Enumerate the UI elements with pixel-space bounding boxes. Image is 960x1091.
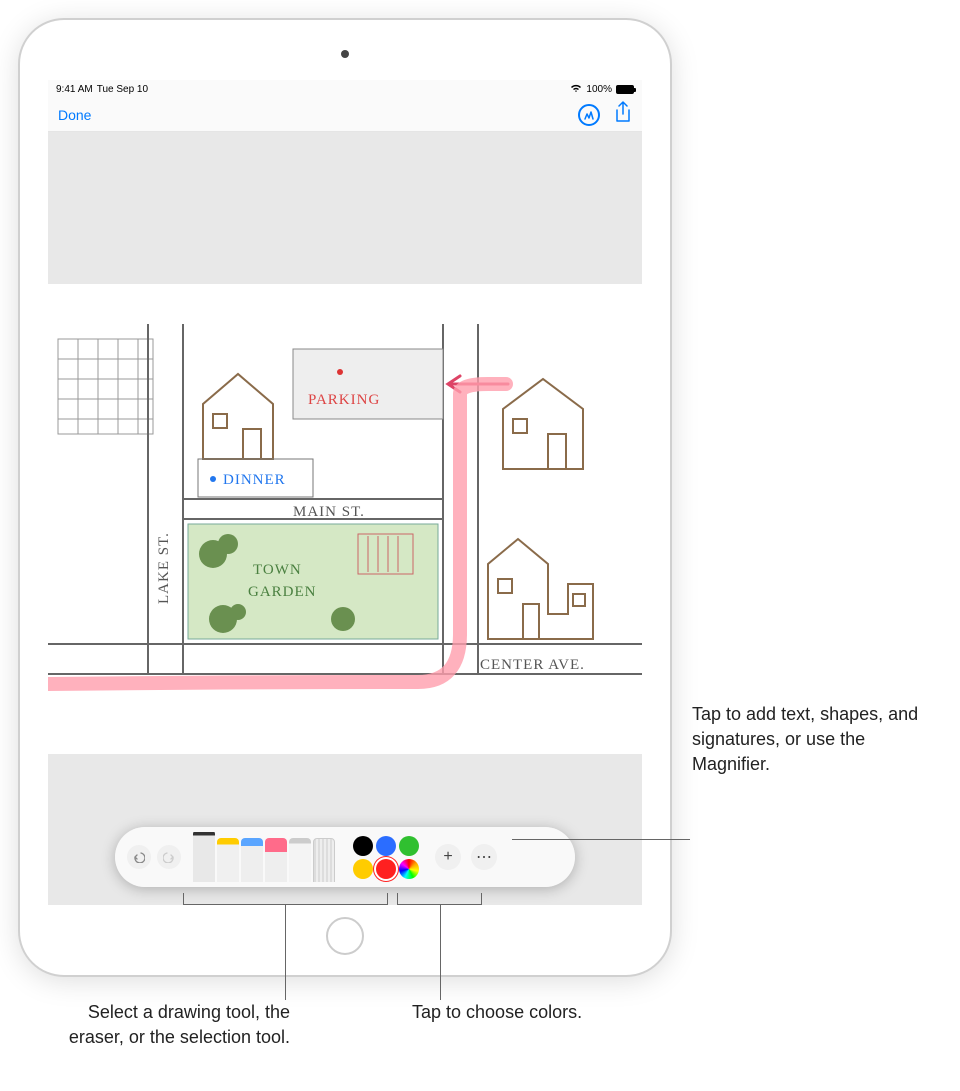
canvas-area: LAKE ST. PARKING (48, 132, 642, 905)
dinner-label: DINNER (223, 472, 286, 488)
markup-toggle-button[interactable] (578, 104, 600, 126)
status-bar: 9:41 AM Tue Sep 10 100% (48, 80, 642, 98)
callout-add: Tap to add text, shapes, and signatures,… (692, 702, 942, 778)
center-ave-label: CENTER AVE. (480, 657, 585, 673)
screen: 9:41 AM Tue Sep 10 100% Done (48, 80, 642, 905)
lasso-tool[interactable] (289, 838, 311, 882)
drawing-canvas[interactable]: LAKE ST. PARKING (48, 284, 642, 754)
status-time: 9:41 AM (56, 84, 93, 95)
home-button[interactable] (326, 917, 364, 955)
ipad-device-frame: 9:41 AM Tue Sep 10 100% Done (20, 20, 670, 975)
lake-st-label: LAKE ST. (156, 532, 172, 604)
camera-dot (341, 50, 349, 58)
color-red[interactable] (376, 859, 396, 879)
nav-bar: Done (48, 98, 642, 132)
drawing-tools-group (193, 832, 335, 882)
color-yellow[interactable] (353, 859, 373, 879)
redo-button[interactable] (157, 845, 181, 869)
undo-button[interactable] (127, 845, 151, 869)
callout-tools: Select a drawing tool, the eraser, or th… (60, 1000, 290, 1050)
callout-colors: Tap to choose colors. (412, 1000, 592, 1025)
callout-bracket-colors (397, 893, 482, 905)
callout-line (285, 905, 286, 1000)
battery-icon (616, 85, 634, 94)
share-button[interactable] (614, 101, 632, 128)
color-picker[interactable] (399, 859, 419, 879)
status-date: Tue Sep 10 (97, 84, 148, 95)
markup-toolbar: + ⋯ (115, 827, 575, 887)
pen-tool[interactable] (193, 832, 215, 882)
ruler-tool[interactable] (313, 838, 335, 882)
done-button[interactable]: Done (58, 107, 91, 123)
parking-label: PARKING (308, 392, 380, 408)
wifi-icon (570, 83, 582, 96)
add-button[interactable]: + (435, 844, 461, 870)
main-st-label: MAIN ST. (293, 504, 365, 520)
town-garden-label-1: TOWN (253, 562, 302, 578)
color-black[interactable] (353, 836, 373, 856)
pencil-tool[interactable] (241, 838, 263, 882)
color-swatches-group (353, 836, 419, 879)
eraser-tool[interactable] (265, 838, 287, 882)
callout-line (440, 905, 441, 1000)
more-button[interactable]: ⋯ (471, 844, 497, 870)
callout-line (512, 839, 690, 840)
marker-tool[interactable] (217, 838, 239, 882)
town-garden-label-2: GARDEN (248, 584, 317, 600)
battery-pct: 100% (586, 84, 612, 95)
color-green[interactable] (399, 836, 419, 856)
callout-bracket-tools (183, 893, 388, 905)
color-blue[interactable] (376, 836, 396, 856)
